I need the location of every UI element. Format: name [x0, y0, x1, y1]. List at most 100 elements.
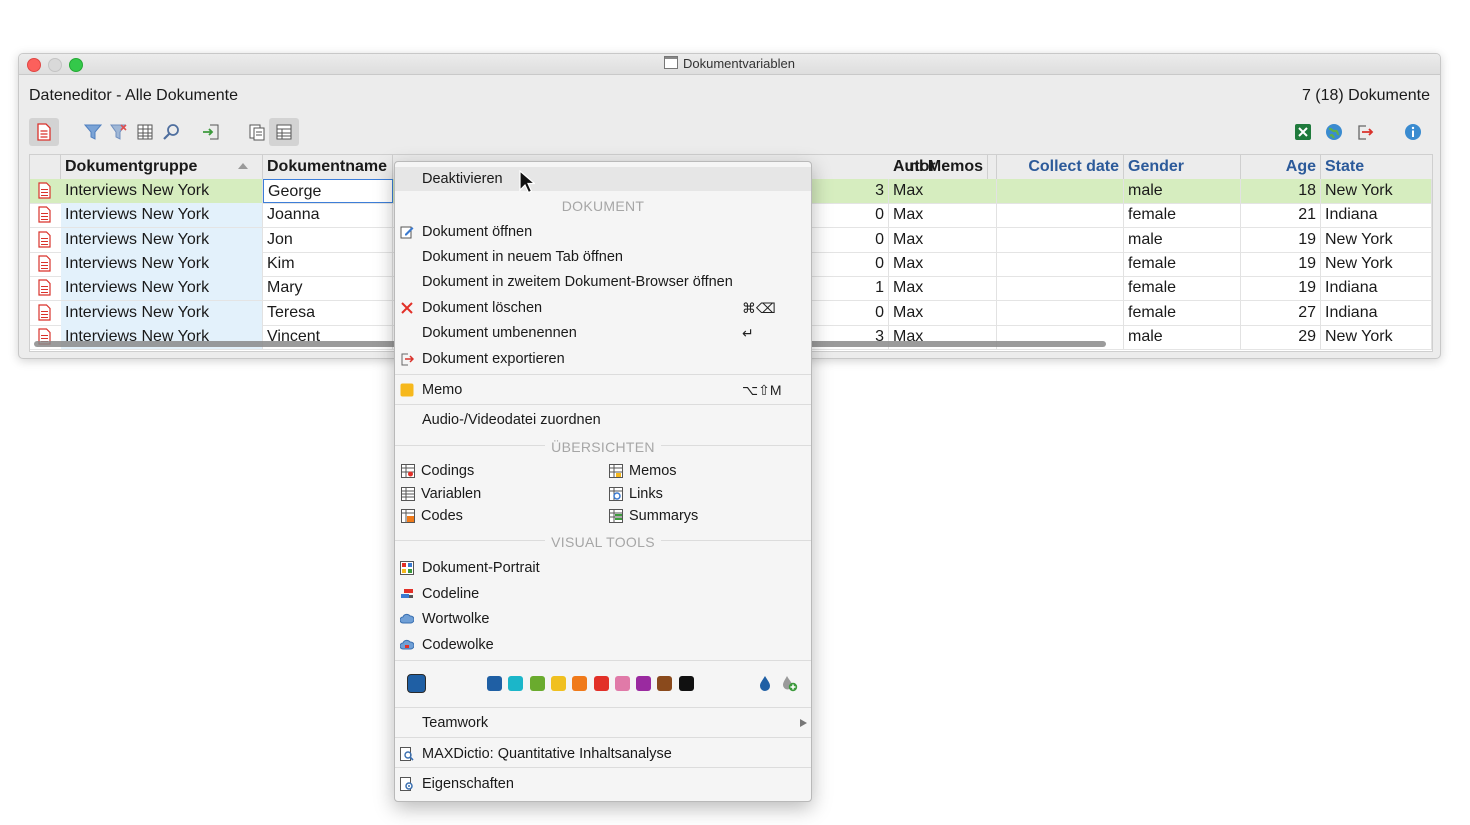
cell-gender[interactable]: female [1124, 300, 1241, 325]
cell-age[interactable]: 21 [1241, 203, 1321, 228]
menu-item-codeline[interactable]: Codeline [395, 582, 811, 606]
cell-author[interactable]: Max [889, 251, 997, 276]
menu-item-maxdictio[interactable]: MAXDictio: Quantitative Inhaltsanalyse [395, 742, 811, 766]
color-swatch[interactable] [508, 676, 524, 691]
cell-group[interactable]: Interviews New York [61, 300, 263, 325]
menu-item-assign-media[interactable]: Audio-/Videodatei zuordnen [395, 408, 811, 432]
cell-author[interactable]: Max [889, 203, 997, 228]
cell-group[interactable]: Interviews New York [61, 227, 263, 252]
cell-group[interactable]: Interviews New York [61, 179, 263, 203]
cell-state[interactable]: Indiana [1321, 300, 1432, 325]
cell-state[interactable]: New York [1321, 324, 1432, 349]
icon-column-header[interactable] [30, 155, 61, 179]
cell-gender[interactable]: male [1124, 227, 1241, 252]
globe-icon[interactable] [1322, 120, 1346, 144]
cell-state[interactable]: New York [1321, 179, 1432, 203]
cell-collect[interactable] [997, 276, 1124, 301]
cell-group[interactable]: Interviews New York [61, 251, 263, 276]
export-icon[interactable] [1353, 120, 1377, 144]
search-icon[interactable] [159, 120, 183, 144]
cell-age[interactable]: 19 [1241, 276, 1321, 301]
cell-memos[interactable]: 3 [813, 179, 889, 203]
cell-age[interactable]: 19 [1241, 251, 1321, 276]
cell-state[interactable]: New York [1321, 251, 1432, 276]
columns-icon[interactable] [133, 120, 157, 144]
import-icon[interactable] [199, 120, 223, 144]
menu-item-wordcloud[interactable]: Wortwolke [395, 607, 811, 631]
column-header-gender[interactable]: Gender [1124, 155, 1241, 179]
menu-item-teamwork[interactable]: Teamwork [395, 711, 811, 735]
cell-state[interactable]: Indiana [1321, 276, 1432, 301]
color-drop-icon[interactable] [758, 675, 772, 692]
menu-item-codecloud[interactable]: Codewolke [395, 633, 811, 657]
color-swatch[interactable] [572, 676, 588, 691]
cell-memos[interactable]: 0 [813, 203, 889, 228]
cell-gender[interactable]: female [1124, 251, 1241, 276]
menu-item-export-document[interactable]: Dokument exportieren [395, 347, 811, 371]
column-header-group[interactable]: Dokumentgruppe [61, 155, 263, 179]
menu-item-rename-document[interactable]: Dokument umbenennen ↵ [395, 321, 811, 345]
color-swatch[interactable] [529, 676, 545, 691]
doc-variable-icon[interactable] [269, 118, 299, 146]
cell-name[interactable]: Teresa [263, 300, 393, 325]
cell-name[interactable]: George [263, 179, 393, 203]
cell-gender[interactable]: male [1124, 179, 1241, 203]
doc-list-icon[interactable] [245, 120, 269, 144]
cell-age[interactable]: 18 [1241, 179, 1321, 203]
menu-item-open-new-tab[interactable]: Dokument in neuem Tab öffnen [395, 245, 811, 269]
document-icon[interactable] [29, 118, 59, 146]
color-swatch[interactable] [614, 676, 630, 691]
excel-icon[interactable] [1291, 120, 1315, 144]
color-swatch[interactable] [550, 676, 566, 691]
column-header-author[interactable]: Autor [889, 155, 997, 179]
cell-collect[interactable] [997, 179, 1124, 203]
cell-age[interactable]: 29 [1241, 324, 1321, 349]
menu-item-memo[interactable]: Memo ⌥⇧M [395, 378, 811, 402]
cell-author[interactable]: Max [889, 227, 997, 252]
column-header-collect-date[interactable]: Collect date [997, 155, 1124, 179]
cell-name[interactable]: Kim [263, 251, 393, 276]
add-color-icon[interactable] [781, 675, 798, 692]
menu-item-delete-document[interactable]: Dokument löschen ⌘⌫ [395, 296, 811, 320]
filter-icon[interactable] [81, 120, 105, 144]
info-icon[interactable] [1401, 120, 1425, 144]
cell-gender[interactable]: male [1124, 324, 1241, 349]
menu-item-document-portrait[interactable]: Dokument-Portrait [395, 556, 811, 580]
cell-author[interactable]: Max [889, 179, 997, 203]
menu-item-properties[interactable]: Eigenschaften [395, 772, 811, 796]
color-swatch[interactable] [636, 676, 652, 691]
cell-memos[interactable]: 1 [813, 276, 889, 301]
cell-author[interactable]: Max [889, 276, 997, 301]
cell-collect[interactable] [997, 300, 1124, 325]
cell-age[interactable]: 19 [1241, 227, 1321, 252]
column-header-state[interactable]: State [1321, 155, 1432, 179]
cell-author[interactable]: Max [889, 300, 997, 325]
cell-state[interactable]: New York [1321, 227, 1432, 252]
column-header-age[interactable]: Age [1241, 155, 1321, 179]
cell-collect[interactable] [997, 203, 1124, 228]
current-color-swatch[interactable] [407, 674, 426, 693]
cell-collect[interactable] [997, 251, 1124, 276]
menu-item-open-second-browser[interactable]: Dokument in zweitem Dokument-Browser öff… [395, 270, 811, 294]
cell-name[interactable]: Mary [263, 276, 393, 301]
filter-clear-icon[interactable] [107, 120, 131, 144]
cell-age[interactable]: 27 [1241, 300, 1321, 325]
color-swatch[interactable] [678, 676, 694, 691]
cell-state[interactable]: Indiana [1321, 203, 1432, 228]
cell-memos[interactable]: 0 [813, 251, 889, 276]
color-swatch[interactable] [657, 676, 673, 691]
cell-memos[interactable]: 0 [813, 227, 889, 252]
cell-group[interactable]: Interviews New York [61, 203, 263, 228]
cell-collect[interactable] [997, 227, 1124, 252]
menu-item-deactivate[interactable]: Deaktivieren [395, 167, 811, 191]
column-header-name[interactable]: Dokumentname [263, 155, 393, 179]
menu-item-open-document[interactable]: Dokument öffnen [395, 220, 811, 244]
cell-name[interactable]: Jon [263, 227, 393, 252]
cell-memos[interactable]: 0 [813, 300, 889, 325]
cell-gender[interactable]: female [1124, 203, 1241, 228]
cell-gender[interactable]: female [1124, 276, 1241, 301]
color-swatch[interactable] [593, 676, 609, 691]
cell-group[interactable]: Interviews New York [61, 276, 263, 301]
color-swatch[interactable] [487, 676, 502, 691]
cell-name[interactable]: Joanna [263, 203, 393, 228]
